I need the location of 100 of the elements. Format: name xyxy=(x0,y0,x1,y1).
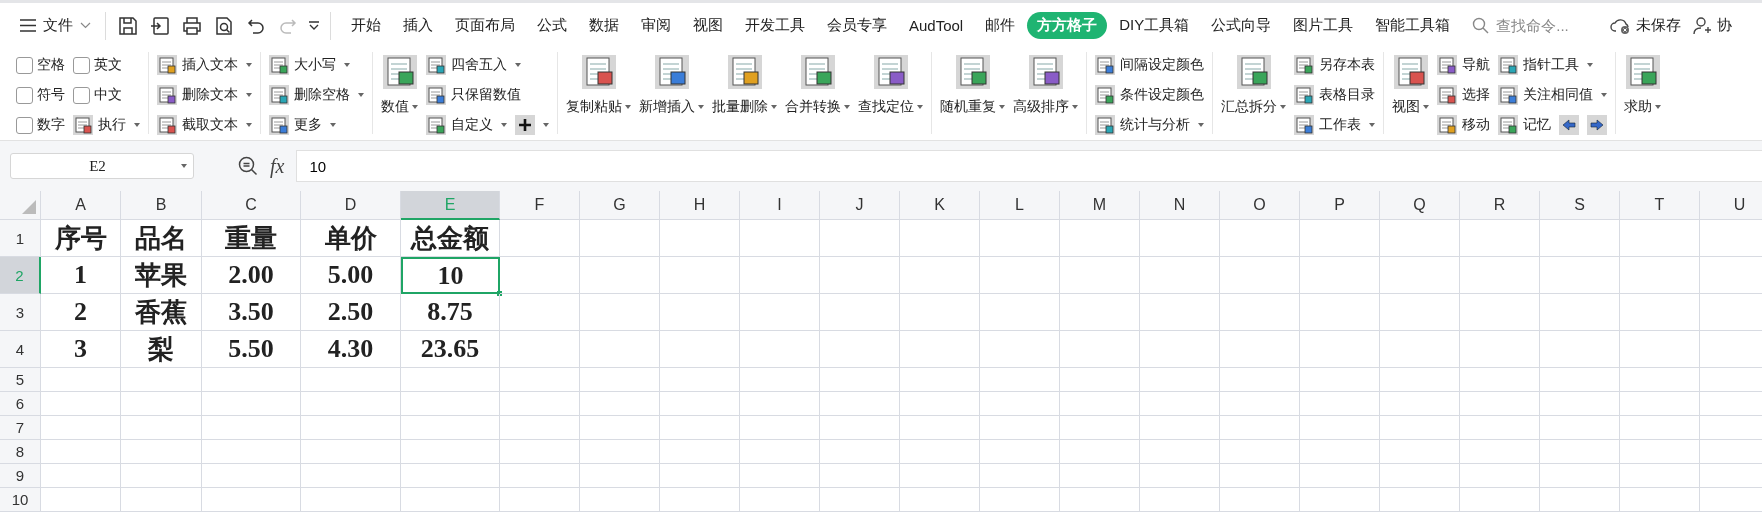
large-ribbon-button[interactable]: 求助 xyxy=(1624,50,1661,140)
ribbon-button[interactable]: 更多 xyxy=(269,115,336,135)
ribbon-tab[interactable]: 页面布局 xyxy=(445,12,525,39)
ribbon-tab[interactable]: 智能工具箱 xyxy=(1365,12,1461,39)
ribbon-tab[interactable]: 邮件 xyxy=(975,12,1026,39)
ribbon-button[interactable]: 选择 xyxy=(1437,85,1490,105)
ribbon-button[interactable]: 记忆 xyxy=(1498,115,1551,135)
row-header[interactable]: 5 xyxy=(0,368,41,392)
column-header[interactable]: U xyxy=(1700,191,1762,220)
ribbon-button[interactable]: 插入文本 xyxy=(157,55,252,75)
command-search-field[interactable]: 查找命令... xyxy=(1472,16,1601,35)
checkbox[interactable] xyxy=(16,116,33,134)
left-arrow-button[interactable] xyxy=(1559,115,1579,135)
column-header[interactable]: T xyxy=(1620,191,1700,220)
large-ribbon-button[interactable]: 视图 xyxy=(1392,50,1429,140)
column-header[interactable]: H xyxy=(660,191,740,220)
large-ribbon-button[interactable]: 新增插入 xyxy=(639,50,704,140)
formula-field[interactable]: 10 xyxy=(296,150,1762,182)
row-header[interactable]: 3 xyxy=(0,294,41,331)
row-header[interactable]: 1 xyxy=(0,220,41,257)
ribbon-tab[interactable]: 会员专享 xyxy=(817,12,897,39)
ribbon-tab[interactable]: AudTool xyxy=(899,13,974,38)
column-header[interactable]: A xyxy=(41,191,121,220)
ribbon-button[interactable]: 关注相同值 xyxy=(1498,85,1607,105)
column-header[interactable]: G xyxy=(580,191,660,220)
ribbon-tab[interactable]: 开始 xyxy=(341,12,391,39)
function-label[interactable]: fx xyxy=(270,154,285,178)
large-ribbon-button[interactable]: 复制粘贴 xyxy=(566,50,631,140)
ribbon-button[interactable]: 导航 xyxy=(1437,55,1490,75)
large-ribbon-button[interactable]: 汇总拆分 xyxy=(1221,50,1286,140)
checkbox[interactable] xyxy=(16,86,33,104)
large-ribbon-button[interactable]: 高级排序 xyxy=(1013,50,1078,140)
file-menu[interactable]: 文件 xyxy=(16,12,95,39)
ribbon-tab[interactable]: 数据 xyxy=(579,12,629,39)
ribbon-button[interactable]: 只保留数值 xyxy=(426,85,521,105)
ribbon-button[interactable]: 自定义 xyxy=(426,115,507,135)
ribbon-button[interactable]: 执行 xyxy=(73,115,140,135)
save-status-button[interactable]: 未保存 xyxy=(1610,16,1682,35)
ribbon-button[interactable]: 删除空格 xyxy=(269,85,364,105)
column-header[interactable]: P xyxy=(1300,191,1380,220)
row-header[interactable]: 8 xyxy=(0,440,41,464)
zoom-out-icon[interactable] xyxy=(238,156,258,176)
checkbox[interactable] xyxy=(73,86,90,104)
ribbon-button[interactable]: 工作表 xyxy=(1294,115,1375,135)
customize-caret-icon[interactable] xyxy=(308,20,320,31)
name-box[interactable]: E2 xyxy=(10,153,194,179)
row-header[interactable]: 9 xyxy=(0,464,41,488)
ribbon-button[interactable]: 条件设定颜色 xyxy=(1095,85,1204,105)
table-cell: 1 xyxy=(41,257,121,294)
ribbon-button[interactable]: 表格目录 xyxy=(1294,85,1375,105)
column-header[interactable]: B xyxy=(121,191,202,220)
column-header[interactable]: K xyxy=(900,191,980,220)
column-header[interactable]: L xyxy=(980,191,1060,220)
table-cell: 8.75 xyxy=(401,294,500,331)
ribbon-tab[interactable]: 视图 xyxy=(683,12,733,39)
collaborate-button[interactable]: 协 xyxy=(1693,16,1733,35)
ribbon-button[interactable]: 大小写 xyxy=(269,55,350,75)
column-header[interactable]: N xyxy=(1140,191,1220,220)
ribbon-button[interactable]: 间隔设定颜色 xyxy=(1095,55,1204,75)
column-header[interactable]: F xyxy=(500,191,580,220)
row-header[interactable]: 4 xyxy=(0,331,41,368)
column-header[interactable]: R xyxy=(1460,191,1540,220)
ribbon-button[interactable]: 四舍五入 xyxy=(426,55,521,75)
row-header[interactable]: 6 xyxy=(0,392,41,416)
ribbon-button[interactable]: 移动 xyxy=(1437,115,1490,135)
grid-icon xyxy=(269,85,289,105)
large-ribbon-button[interactable]: 查找定位 xyxy=(858,50,923,140)
column-header[interactable]: D xyxy=(301,191,401,220)
column-header[interactable]: O xyxy=(1220,191,1300,220)
large-ribbon-button[interactable]: 随机重复 xyxy=(940,50,1005,140)
column-header[interactable]: S xyxy=(1540,191,1620,220)
large-ribbon-button[interactable]: 合并转换 xyxy=(785,50,850,140)
column-header[interactable]: C xyxy=(202,191,301,220)
grid-icon xyxy=(269,55,289,75)
table-cell: 4.30 xyxy=(301,331,401,368)
add-button[interactable] xyxy=(515,115,549,135)
checkbox[interactable] xyxy=(73,56,90,74)
ribbon-button[interactable]: 删除文本 xyxy=(157,85,252,105)
ribbon-tab[interactable]: 开发工具 xyxy=(735,12,815,39)
column-header[interactable]: Q xyxy=(1380,191,1460,220)
ribbon-button[interactable]: 指针工具 xyxy=(1498,55,1593,75)
large-ribbon-button[interactable]: 批量删除 xyxy=(712,50,777,140)
ribbon-button[interactable]: 统计与分析 xyxy=(1095,115,1204,135)
column-header[interactable]: I xyxy=(740,191,820,220)
ribbon-tab[interactable]: 插入 xyxy=(393,12,443,39)
large-ribbon-button[interactable]: 数值 xyxy=(381,50,418,140)
column-header[interactable]: J xyxy=(820,191,900,220)
column-header[interactable]: M xyxy=(1060,191,1140,220)
ribbon-button[interactable]: 另存本表 xyxy=(1294,55,1375,75)
ribbon-tab[interactable]: 审阅 xyxy=(631,12,681,39)
ribbon-button[interactable]: 截取文本 xyxy=(157,115,252,135)
right-arrow-button[interactable] xyxy=(1587,115,1607,135)
ribbon-tab[interactable]: 图片工具 xyxy=(1283,12,1364,39)
ribbon-tab[interactable]: 公式 xyxy=(527,12,577,39)
row-header[interactable]: 7 xyxy=(0,416,41,440)
ribbon-tab[interactable]: 公式向导 xyxy=(1201,12,1282,39)
row-header[interactable]: 10 xyxy=(0,488,41,512)
checkbox[interactable] xyxy=(16,56,33,74)
ribbon-tab[interactable]: DIY工具箱 xyxy=(1109,12,1200,39)
table-cell: 2.00 xyxy=(202,257,301,294)
